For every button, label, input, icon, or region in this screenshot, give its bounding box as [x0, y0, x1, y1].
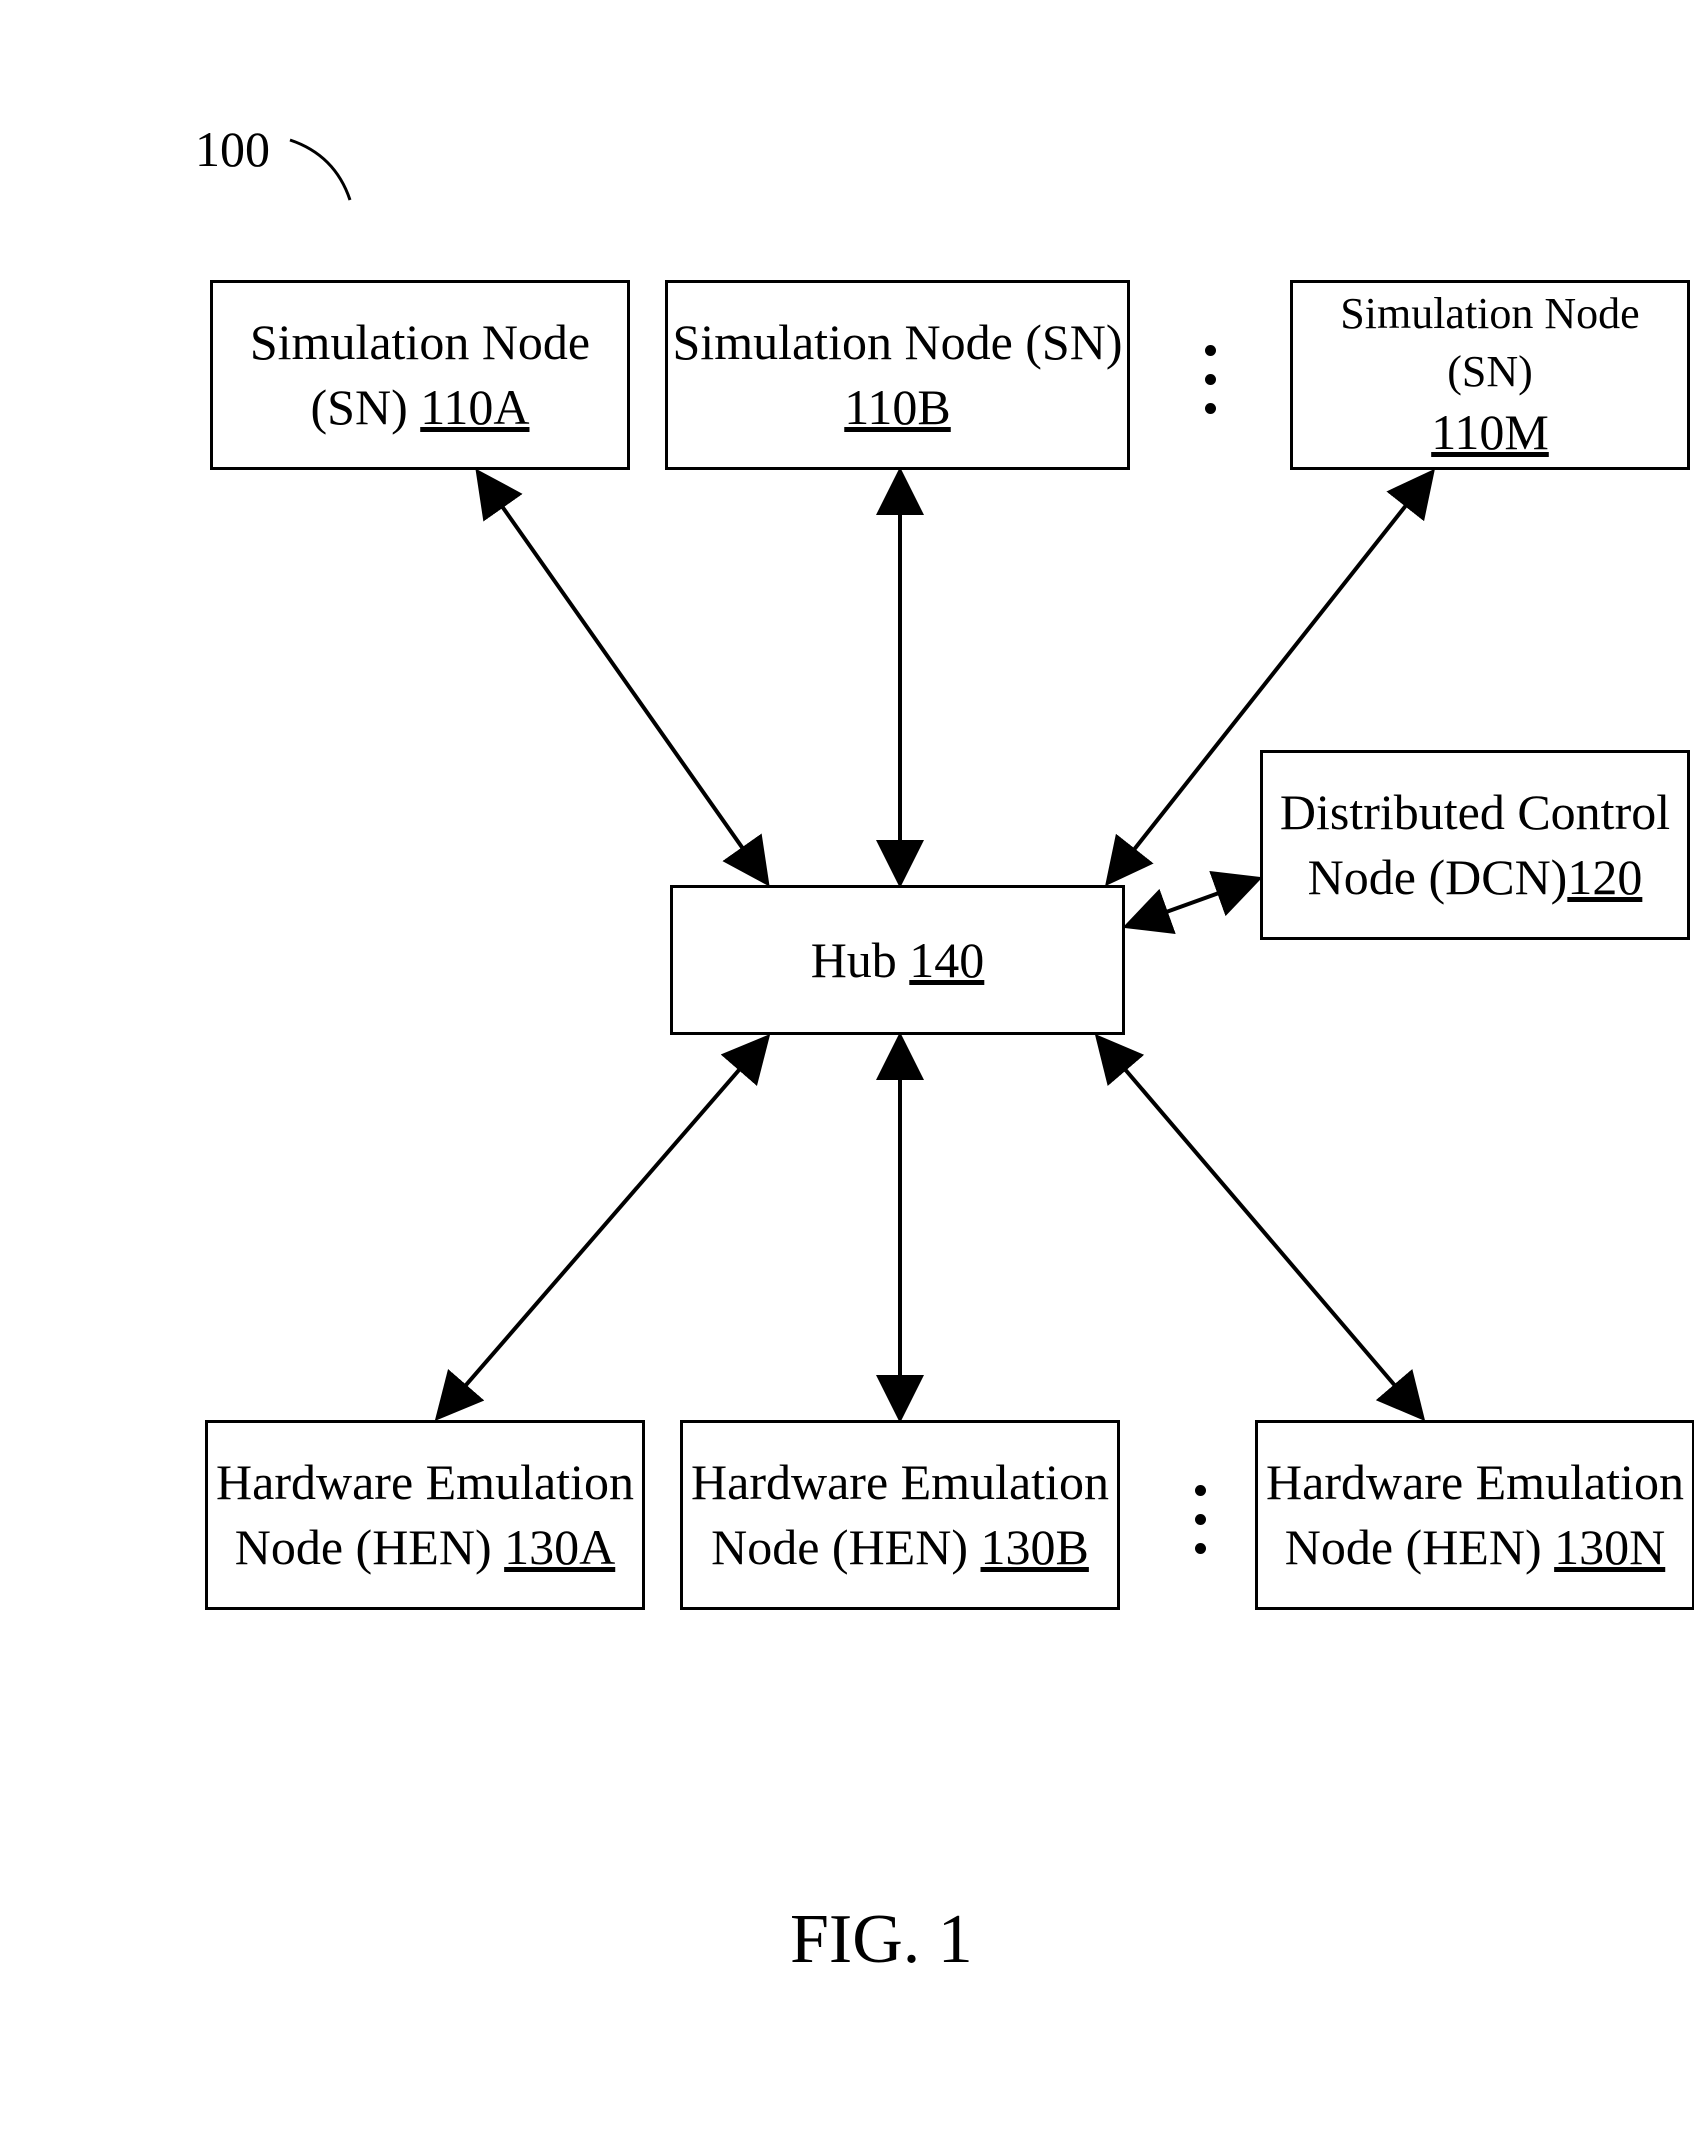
arrows-layer: [0, 0, 1694, 2153]
